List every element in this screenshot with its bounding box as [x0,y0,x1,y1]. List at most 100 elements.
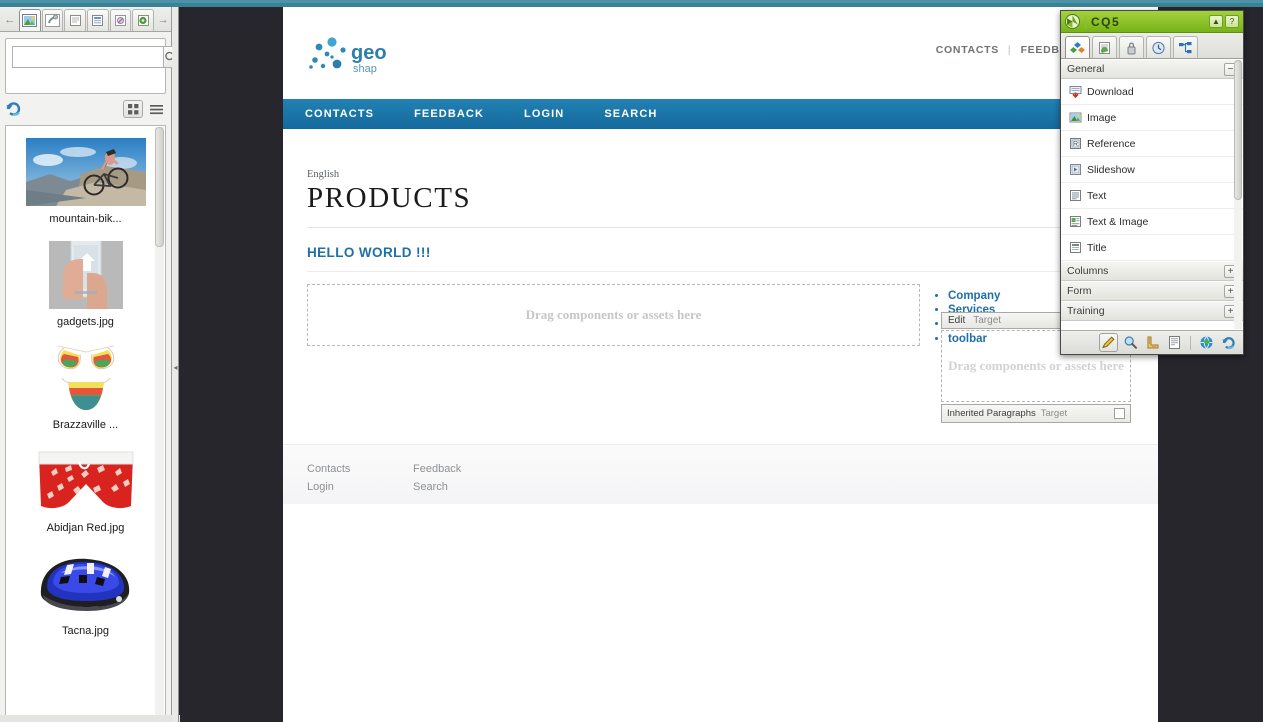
panel-splitter[interactable]: ◂ [172,7,179,722]
inherited-paragraphs-bar[interactable]: Inherited Paragraphs Target [941,404,1131,423]
list-view-button[interactable] [146,100,166,118]
component-reference[interactable]: R Reference [1061,131,1243,157]
footer-link-login[interactable]: Login [307,478,413,496]
component-text-and-image[interactable]: Text & Image [1061,209,1243,235]
parsys-dropzone[interactable]: Drag components or assets here [307,284,920,346]
sidekick-tabs [1061,33,1243,59]
reference-component-icon: R [1069,137,1082,150]
sidekick-tab-versioning[interactable] [1146,36,1171,58]
asset-label: gadgets.jpg [57,316,114,328]
sidekick-titlebar[interactable]: CQ5 ▲ ? [1061,11,1243,33]
asset-thumbnail [26,550,146,618]
list-item[interactable]: mountain-bik... [6,132,165,235]
design-mode-button[interactable] [1143,333,1162,352]
component-label: Download [1087,86,1134,98]
nav-item-login[interactable]: LOGIN [524,108,587,120]
content-finder-tab-images[interactable] [19,9,41,31]
content-finder-search-row [12,46,159,68]
content-finder-tab-documents[interactable] [42,9,64,31]
content-finder-tab-movies[interactable] [132,9,154,31]
right-link-company[interactable]: Company [948,290,1000,302]
sitemap-icon [1178,41,1193,55]
sidekick-collapse-button[interactable]: ▲ [1209,15,1223,28]
slideshow-component-icon [1069,163,1082,176]
text-image-component-icon [1069,215,1082,228]
list-item[interactable]: gadgets.jpg [6,235,165,338]
component-label: Reference [1087,138,1135,150]
component-image[interactable]: Image [1061,105,1243,131]
content-finder-tab-paragraphs[interactable] [87,9,109,31]
site-logo[interactable]: geo shap [307,37,427,83]
scaffolding-mode-button[interactable] [1165,333,1184,352]
nav-item-feedback[interactable]: FEEDBACK [414,108,507,120]
text-component-icon [1069,189,1082,202]
list-item[interactable]: Brazzaville ... [6,338,165,441]
footer-link-contacts[interactable]: Contacts [307,460,413,478]
scaffold-icon [1167,335,1182,350]
nav-item-contacts[interactable]: CONTACTS [305,108,397,120]
nav-item-search[interactable]: SEARCH [604,108,680,120]
content-finder-prev-arrow[interactable]: ← [2,9,18,31]
editbar-edit-action[interactable]: Edit [948,315,965,326]
component-group-label: Training [1067,305,1105,317]
inherited-paragraphs-label: Inherited Paragraphs [947,408,1036,419]
utility-nav-item-contacts[interactable]: CONTACTS [927,44,1008,56]
sidekick-help-button[interactable]: ? [1225,15,1239,28]
component-group-general[interactable]: General − [1061,59,1243,79]
sidekick-scrollbar-thumb[interactable] [1234,60,1242,200]
asset-thumbnail [26,138,146,206]
ruler-icon [1145,335,1160,350]
component-group-form[interactable]: Form + [1061,281,1243,301]
preview-mode-button[interactable] [1121,333,1140,352]
refresh-icon[interactable] [5,100,23,118]
list-view-icon [149,103,164,116]
asset-thumbnail [26,241,146,309]
content-finder-search-area [5,38,166,94]
edit-mode-button[interactable] [1099,333,1118,352]
component-title[interactable]: Title [1061,235,1243,261]
content-finder-next-arrow[interactable]: → [155,9,171,31]
grid-view-button[interactable] [123,100,143,118]
paragraph-tab-icon [90,14,105,27]
list-item[interactable]: Tacna.jpg [6,544,165,647]
sidekick-component-list[interactable]: General − Download [1061,59,1243,330]
component-download[interactable]: Download [1061,79,1243,105]
sidekick-tab-components[interactable] [1065,36,1090,58]
component-group-label: Columns [1067,265,1108,277]
asset-list-scrollbar-thumb[interactable] [155,127,164,247]
component-label: Image [1087,112,1116,124]
movie-tab-icon [136,14,151,27]
content-finder-view-modes [123,100,166,118]
component-slideshow[interactable]: Slideshow [1061,157,1243,183]
sidekick-tab-workflow[interactable] [1119,36,1144,58]
asset-label: Brazzaville ... [53,419,118,431]
sidekick-tab-hierarchy[interactable] [1173,36,1198,58]
asset-list-scrollbar[interactable] [155,127,164,721]
search-input[interactable] [12,46,163,68]
asset-thumbnail [26,447,146,515]
component-group-training[interactable]: Training + [1061,301,1243,321]
clock-icon [1151,41,1166,55]
sidekick-title: CQ5 [1085,15,1120,29]
content-finder-tab-products[interactable] [110,9,132,31]
geometrixx-logo-icon: geo shap [307,37,427,83]
asset-results-list[interactable]: mountain-bik... ga [5,125,166,722]
asset-label: mountain-bik... [49,213,121,225]
sidekick-tab-page[interactable] [1092,36,1117,58]
browser-top-strip-highlight [0,0,1263,3]
footer-link-search[interactable]: Search [413,478,519,496]
publish-button[interactable] [1197,333,1216,352]
workflow-icon [1124,41,1139,55]
sidekick-scrollbar[interactable] [1234,60,1242,329]
bikini-photo [36,344,136,412]
component-group-columns[interactable]: Columns + [1061,261,1243,281]
reload-button[interactable] [1219,333,1238,352]
component-label: Text & Image [1087,216,1148,228]
content-finder-tab-pages[interactable] [64,9,86,31]
title-divider [307,227,1134,228]
component-text[interactable]: Text [1061,183,1243,209]
inherited-paragraphs-checkbox[interactable] [1114,408,1125,419]
footer-link-feedback[interactable]: Feedback [413,460,519,478]
splitter-grip-icon[interactable]: ◂ [172,359,179,377]
list-item[interactable]: Abidjan Red.jpg [6,441,165,544]
